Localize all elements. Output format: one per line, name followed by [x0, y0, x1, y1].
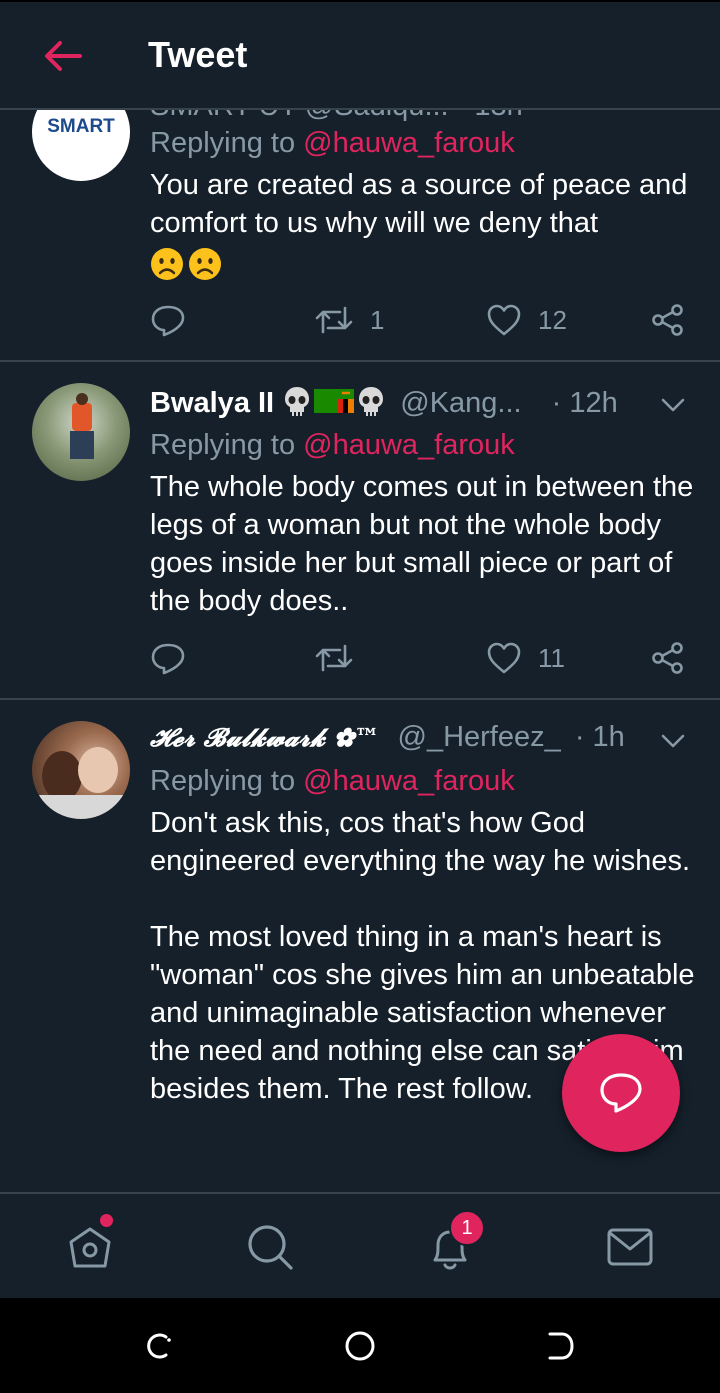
tweet-text: You are created as a source of peace and…	[150, 166, 695, 282]
recent-apps-icon[interactable]	[142, 1328, 178, 1364]
display-name[interactable]: 𝓗𝓮𝓻 𝓑𝓾𝓵𝓴𝔀𝓪𝓻𝓴 ✿™	[150, 723, 379, 752]
avatar-figure	[72, 403, 92, 431]
heart-icon	[487, 304, 521, 336]
share-button[interactable]	[650, 638, 686, 678]
notification-badge: 1	[449, 1210, 485, 1246]
back-button-icon[interactable]	[542, 1328, 578, 1364]
tweet-text: The whole body comes out in between the …	[150, 471, 694, 617]
chevron-down-icon[interactable]	[658, 390, 688, 420]
avatar-logo-text: SMART	[47, 116, 115, 137]
tweet-paragraph: Don't ask this, cos that's how God engin…	[150, 807, 691, 877]
bottom-navigation: 1	[0, 1192, 720, 1300]
avatar-legs	[70, 431, 94, 459]
handle: @_Herfeez_	[397, 721, 561, 753]
zambia-flag-emoji-icon	[314, 389, 355, 413]
share-icon	[652, 304, 683, 336]
handle: @Kang...	[400, 387, 522, 419]
avatar-shirt	[32, 795, 130, 819]
retweet-icon	[315, 644, 353, 672]
tweet-meta: 𝓗𝓮𝓻 𝓑𝓾𝓵𝓴𝔀𝓪𝓻𝓴 ✿™ @_Herfeez_ · 1h	[150, 721, 625, 754]
replying-to: Replying to @hauwa_farouk	[150, 765, 515, 798]
home-button-icon[interactable]	[342, 1328, 378, 1364]
home-icon	[69, 1227, 111, 1268]
like-button[interactable]: 11	[486, 638, 565, 678]
replying-to-label: Replying to	[150, 127, 296, 159]
mention-link[interactable]: @hauwa_farouk	[303, 429, 515, 461]
tweet-actions: 11	[150, 638, 695, 678]
skull-emoji-icon	[359, 387, 384, 416]
avatar-face-right	[78, 747, 118, 793]
header: Tweet	[0, 2, 720, 110]
mention-link[interactable]: @hauwa_farouk	[303, 127, 515, 159]
like-count: 11	[538, 642, 565, 673]
compose-reply-button[interactable]	[562, 1034, 680, 1152]
nav-search[interactable]	[245, 1222, 295, 1272]
replying-to-label: Replying to	[150, 765, 296, 797]
tweet-reply[interactable]: SMART SMART UT @Sadiqu... · 13h Replying…	[0, 110, 720, 362]
avatar[interactable]	[32, 383, 130, 481]
reply-feed: SMART SMART UT @Sadiqu... · 13h Replying…	[0, 110, 720, 1192]
nav-home[interactable]	[65, 1222, 115, 1272]
retweet-button[interactable]: 1	[314, 300, 384, 340]
retweet-count: 1	[370, 304, 385, 335]
mention-link[interactable]: @hauwa_farouk	[303, 765, 515, 797]
avatar-head	[76, 393, 88, 405]
nav-messages[interactable]	[605, 1222, 655, 1272]
timestamp: · 12h	[551, 387, 618, 419]
system-navigation-bar	[0, 1298, 720, 1393]
retweet-icon	[315, 306, 353, 334]
like-button[interactable]: 12	[486, 300, 567, 340]
avatar-face-left	[42, 751, 82, 801]
tweet-meta-partial: SMART UT @Sadiqu... · 13h	[150, 110, 523, 123]
replying-to-label: Replying to	[150, 429, 296, 461]
share-icon	[652, 642, 683, 674]
tweet-reply[interactable]: Bwalya II @Kang... · 12h Replying to @ha…	[0, 362, 720, 698]
reply-bubble-icon	[600, 1073, 642, 1113]
reply-icon	[151, 305, 185, 337]
back-button[interactable]	[38, 32, 86, 80]
tweet-meta: Bwalya II @Kang... · 12h	[150, 385, 618, 420]
timestamp: · 1h	[574, 721, 625, 753]
reply-button[interactable]	[150, 300, 186, 340]
tweet-body: You are created as a source of peace and…	[150, 169, 688, 239]
messages-icon	[607, 1228, 653, 1266]
avatar[interactable]	[32, 721, 130, 819]
reply-icon	[151, 643, 185, 675]
page-title: Tweet	[148, 34, 248, 75]
frowning-face-emoji-icon	[189, 248, 221, 281]
search-icon	[248, 1225, 293, 1270]
chevron-down-icon[interactable]	[658, 726, 688, 756]
frowning-face-emoji-icon	[151, 248, 183, 281]
skull-emoji-icon	[285, 387, 310, 416]
display-name[interactable]: Bwalya II	[150, 387, 274, 419]
home-unread-dot	[100, 1214, 113, 1227]
heart-icon	[487, 642, 521, 674]
reply-button[interactable]	[150, 638, 186, 678]
avatar[interactable]: SMART	[32, 110, 130, 181]
tweet-actions: 1 12	[150, 300, 695, 340]
retweet-button[interactable]	[314, 638, 370, 678]
like-count: 12	[538, 304, 567, 335]
back-arrow-icon	[45, 41, 82, 71]
replying-to: Replying to @hauwa_farouk	[150, 127, 515, 160]
emoji-row	[150, 244, 226, 282]
share-button[interactable]	[650, 300, 686, 340]
replying-to: Replying to @hauwa_farouk	[150, 429, 515, 462]
